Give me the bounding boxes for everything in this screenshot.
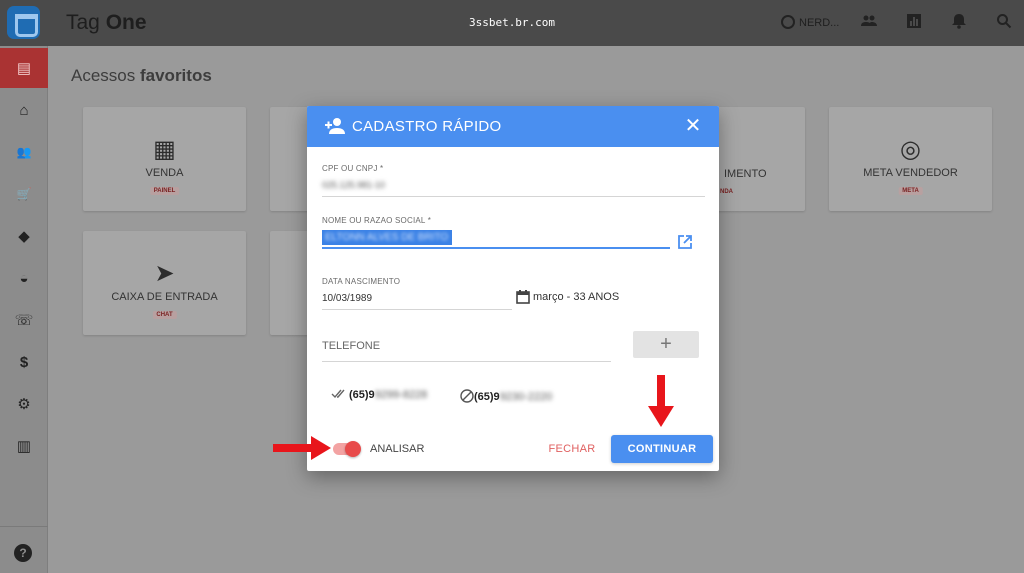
close-dialog-button[interactable]: FECHAR — [543, 437, 601, 461]
favorite-tile-venda[interactable]: ▦ VENDA PAINEL — [83, 107, 246, 211]
help-icon[interactable]: ? — [14, 544, 32, 562]
chat-icon: ▤ — [16, 60, 32, 77]
favorite-tile-caixa-entrada[interactable]: ➤ CAIXA DE ENTRADA CHAT — [83, 231, 246, 335]
gear-icon: ⚙ — [17, 396, 31, 413]
tile-badge: META — [898, 187, 923, 195]
search-icon[interactable] — [994, 13, 1014, 33]
annotation-arrow-down — [648, 375, 674, 427]
add-phone-button[interactable]: + — [633, 331, 699, 358]
top-bar: Tag One 3ssbet.br.com NERD... — [0, 0, 1024, 46]
continue-button[interactable]: CONTINUAR — [611, 435, 713, 463]
sidebar-item-home[interactable]: ⌂ — [0, 90, 48, 130]
home-icon: ⌂ — [19, 101, 29, 119]
user-menu[interactable]: NERD... — [781, 15, 839, 29]
phone-blocked[interactable]: (65)99230-2220 — [460, 389, 552, 403]
basket-icon: ◒ — [19, 269, 29, 287]
sidebar-item-voice[interactable]: ☏ — [0, 300, 48, 340]
sidebar: ▤ ⌂ 👥 🛒 ◆ ◒ ☏ $ ⚙ ▥ ? — [0, 46, 48, 573]
voice-icon: ☏ — [14, 312, 34, 329]
cpf-label: CPF OU CNPJ * — [322, 164, 384, 173]
calendar-icon[interactable] — [516, 290, 530, 304]
close-button[interactable]: ✕ — [683, 116, 703, 136]
phone-underline — [322, 361, 611, 362]
phone-input[interactable]: TELEFONE — [322, 340, 380, 352]
name-input[interactable]: ELTONN ALVES DE BRITO — [322, 230, 452, 245]
blocked-icon — [460, 389, 474, 403]
analisar-label: ANALISAR — [370, 443, 425, 455]
user-avatar-icon — [781, 15, 795, 29]
tile-badge: NDA — [720, 189, 733, 195]
cpf-underline — [322, 196, 705, 197]
sidebar-item-chat[interactable]: ▤ — [0, 48, 48, 88]
name-label: NOME OU RAZAO SOCIAL * — [322, 216, 432, 225]
sidebar-item-basket[interactable]: ◒ — [0, 258, 48, 298]
page-title: Acessos favoritos — [71, 66, 212, 85]
sidebar-item-finance[interactable]: $ — [0, 342, 48, 382]
add-person-icon — [325, 118, 345, 134]
users-icon: 👥 — [16, 145, 32, 159]
sidebar-item-settings[interactable]: ⚙ — [0, 384, 48, 424]
birth-label: DATA NASCIMENTO — [322, 277, 401, 286]
sidebar-item-reports[interactable]: ▥ — [0, 426, 48, 466]
tile-label: IMENTO — [724, 168, 767, 180]
tile-badge: CHAT — [152, 311, 177, 319]
dollar-icon: $ — [19, 353, 29, 371]
dialog-header: CADASTRO RÁPIDO ✕ — [307, 106, 719, 147]
cpf-input[interactable]: 025.125.981-10 — [322, 180, 385, 190]
toggle-knob — [345, 441, 361, 457]
tile-label: CAIXA DE ENTRADA — [111, 291, 218, 303]
double-check-icon — [331, 389, 345, 399]
dialog-title: CADASTRO RÁPIDO — [352, 118, 502, 135]
sidebar-item-clients[interactable]: 👥 — [0, 132, 48, 172]
chart-icon: ▥ — [16, 438, 32, 455]
send-icon: ➤ — [154, 260, 175, 287]
birth-underline — [322, 309, 512, 310]
chart-icon[interactable] — [904, 13, 924, 33]
sidebar-item-tags[interactable]: ◆ — [0, 216, 48, 256]
analisar-toggle[interactable] — [333, 441, 361, 457]
tile-badge: PAINEL — [149, 187, 180, 195]
tile-label: META VENDEDOR — [863, 167, 958, 179]
bell-icon[interactable] — [949, 13, 969, 33]
name-underline — [322, 247, 670, 249]
favorite-tile-meta-vendedor[interactable]: ◎ META VENDEDOR META — [829, 107, 992, 211]
sidebar-divider — [0, 526, 48, 527]
age-text: março - 33 ANOS — [533, 291, 620, 303]
sidebar-item-cart[interactable]: 🛒 — [0, 174, 48, 214]
birth-input[interactable]: 10/03/1989 — [322, 293, 372, 304]
tag-icon: ◆ — [18, 228, 30, 245]
target-icon: ◎ — [900, 136, 921, 163]
cart-icon: 🛒 — [16, 187, 32, 201]
phone-verified[interactable]: (65)99299-8228 — [331, 389, 427, 401]
annotation-arrow-right — [273, 436, 331, 460]
open-external-icon[interactable] — [678, 235, 692, 249]
tile-label: VENDA — [145, 167, 184, 179]
dashboard-icon: ▦ — [153, 136, 176, 163]
users-icon[interactable] — [859, 13, 879, 33]
